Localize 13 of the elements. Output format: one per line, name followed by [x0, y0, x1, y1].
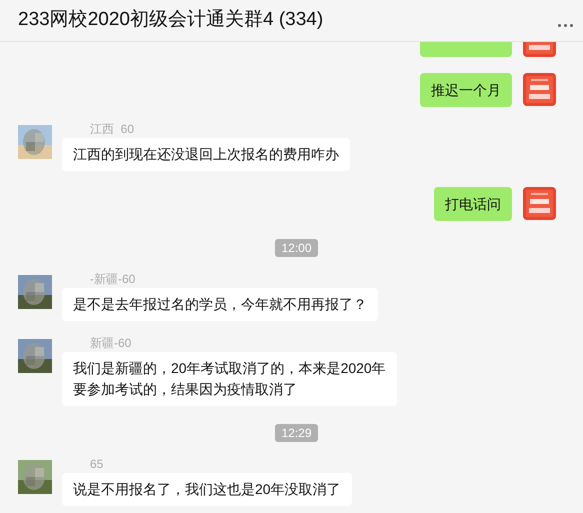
message-bubble: 说是不用报名了，我们这也是20年没取消了 — [62, 473, 352, 506]
message-bubble: 江西的到现在还没退回上次报名的费用咋办 — [62, 138, 350, 171]
sender-name: 新疆-60 — [89, 335, 132, 351]
message-bubble: 我们是新疆的，20年考试取消了的，本来是2020年要参加考试的，结果因为疫情取消了 — [62, 352, 397, 406]
message-bubble: 是不是去年报过名的学员，今年就不用再报了？ — [62, 288, 378, 321]
timestamp: 12:29 — [275, 424, 318, 442]
sender-name: 江西 60 — [89, 121, 136, 137]
timestamp: 12:00 — [275, 239, 318, 257]
sender-name: -新疆-60 — [89, 271, 136, 287]
message-bubble: 推迟一个月 — [420, 73, 512, 107]
message-bubble: 打电话问 — [434, 187, 512, 221]
sender-name: 65 — [89, 456, 104, 472]
window-title: 233网校2020初级会计通关群4 (334) — [18, 8, 324, 32]
